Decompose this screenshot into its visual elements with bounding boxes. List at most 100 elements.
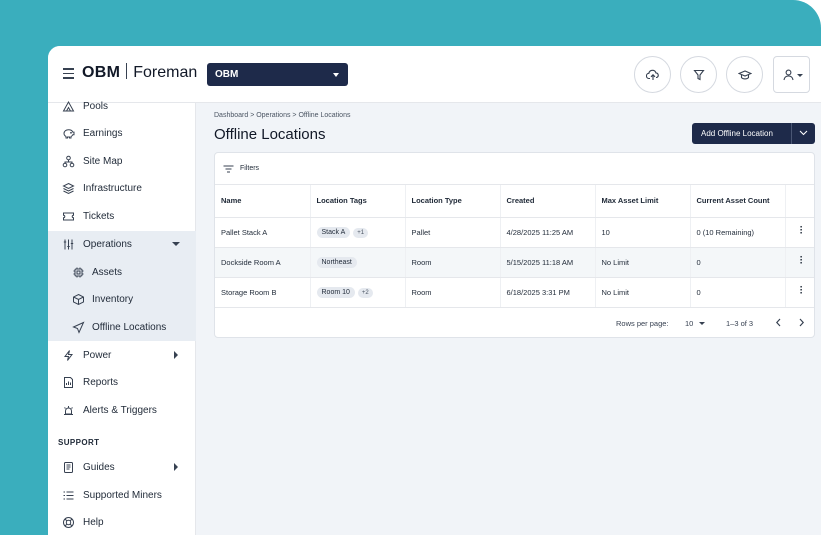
cell-location-type: Room [405,277,501,308]
column-header-created[interactable]: Created [500,185,596,218]
chevron-down-icon [172,242,180,246]
column-header-current-asset-count[interactable]: Current Asset Count [690,185,786,218]
row-actions-menu[interactable]: · · · [785,277,814,308]
cell-location-tags: Room 10 +2 [310,277,406,308]
add-offline-location-button[interactable]: Add Offline Location [692,123,815,144]
column-header-max-asset-limit[interactable]: Max Asset Limit [595,185,691,218]
tag-chip: Northeast [316,256,357,268]
sidebar: Pools Earnings Site Map Infrastructure T… [48,100,196,535]
column-header-location-tags[interactable]: Location Tags [310,185,406,218]
sidebar-item-label: Infrastructure [83,183,142,194]
sidebar-item-label: Site Map [83,156,123,167]
cell-max-asset-limit: No Limit [595,247,691,278]
filters-bar[interactable]: Filters [215,153,814,185]
sidebar-item-tickets[interactable]: Tickets [48,203,196,230]
column-header-name[interactable]: Name [215,185,311,218]
pools-icon [62,100,75,112]
sidebar-item-site-map[interactable]: Site Map [48,148,196,175]
column-header-location-type[interactable]: Location Type [405,185,501,218]
tag-chip: Room 10 [316,286,355,298]
cell-current-asset-count: 0 [690,277,786,308]
filter-icon [693,69,705,81]
sidebar-item-label: Operations [83,239,132,250]
lifebuoy-icon [63,517,74,528]
cell-created: 5/15/2025 11:18 AM [500,247,596,278]
page-title: Offline Locations [214,126,326,143]
org-select[interactable]: OBM [207,63,348,86]
piggy-bank-icon [63,129,75,139]
table-row[interactable]: Storage Room B Room 10 +2 Room 6/18/2025 … [215,277,814,308]
tag-more-chip[interactable]: +2 [357,287,373,298]
list-icon [63,491,74,500]
sidebar-item-assets[interactable]: Assets [48,259,196,286]
chevron-down-icon[interactable] [799,130,808,136]
sidebar-item-label: Supported Miners [83,490,162,501]
sidebar-item-power[interactable]: Power [48,342,196,369]
upload-icon [646,69,659,80]
sidebar-item-label: Reports [83,377,119,388]
chip-icon [73,267,84,278]
sidebar-item-label: Alerts & Triggers [83,405,157,416]
kebab-menu-icon: · · · [799,222,804,239]
chevron-down-icon [797,74,803,77]
cell-name: Pallet Stack A [215,217,311,248]
button-divider [791,123,792,144]
box-icon [73,293,84,306]
kebab-menu-icon: · · · [799,252,804,269]
pagination-range: 1–3 of 3 [726,319,754,328]
locations-table-card: Filters Name Location Tags Location Type… [214,152,815,338]
chevron-down-icon [333,73,339,77]
filter-lines-icon [223,165,234,173]
ticket-icon [63,212,74,221]
row-actions-menu[interactable]: · · · [785,247,814,278]
menu-icon[interactable] [63,68,74,79]
site-map-icon [62,155,75,168]
sidebar-item-infrastructure[interactable]: Infrastructure [48,175,196,202]
user-menu-button[interactable] [773,56,810,93]
sidebar-item-operations[interactable]: Operations [48,231,196,258]
tag-more-chip[interactable]: +1 [353,227,369,238]
app-logo[interactable]: OBM Foreman [82,63,197,82]
rows-per-page-select[interactable]: 10 [685,319,693,328]
filters-label: Filters [240,165,260,172]
sidebar-item-reports[interactable]: Reports [48,369,196,396]
sidebar-item-inventory[interactable]: Inventory [48,286,196,313]
rows-per-page-label: Rows per page: [616,319,669,328]
sidebar-item-label: Inventory [92,294,134,305]
cell-location-type: Room [405,247,501,278]
cell-location-type: Pallet [405,217,501,248]
cell-created: 4/28/2025 11:25 AM [500,217,596,248]
breadcrumb[interactable]: Dashboard > Operations > Offline Locatio… [214,112,350,119]
cell-current-asset-count: 0 (10 Remaining) [690,217,786,248]
tag-chip: Stack A [316,226,351,238]
section-label-support: SUPPORT [58,438,100,447]
sidebar-item-guides[interactable]: Guides [48,454,196,481]
lightning-icon [64,350,73,361]
cell-location-tags: Northeast [310,247,406,278]
cell-name: Dockside Room A [215,247,311,278]
sidebar-item-earnings[interactable]: Earnings [48,120,196,147]
upload-button[interactable] [634,56,671,93]
alarm-icon [64,406,73,415]
sidebar-item-help[interactable]: Help [48,509,196,535]
row-actions-menu[interactable]: · · · [785,217,814,248]
chevron-down-icon[interactable] [699,322,705,325]
academy-button[interactable] [726,56,763,93]
sidebar-item-supported-miners[interactable]: Supported Miners [48,482,196,509]
kebab-menu-icon: · · · [799,282,804,299]
sliders-icon [63,239,74,250]
sidebar-item-alerts[interactable]: Alerts & Triggers [48,397,196,424]
cell-name: Storage Room B [215,277,311,308]
sidebar-item-label: Tickets [83,211,115,222]
user-icon [783,69,794,81]
filter-button[interactable] [680,56,717,93]
chevron-right-icon[interactable] [798,318,805,327]
locations-table: Name Location Tags Location Type Created… [215,185,814,308]
table-row[interactable]: Pallet Stack A Stack A +1 Pallet 4/28/202… [215,217,814,248]
sidebar-item-label: Earnings [83,128,123,139]
sidebar-item-offline-locations[interactable]: Offline Locations [48,314,196,341]
sidebar-item-label: Pools [83,101,109,112]
table-row[interactable]: Dockside Room A Northeast Room 5/15/2025… [215,247,814,278]
chevron-left-icon[interactable] [775,318,782,327]
sidebar-item-pools[interactable]: Pools [48,93,196,120]
